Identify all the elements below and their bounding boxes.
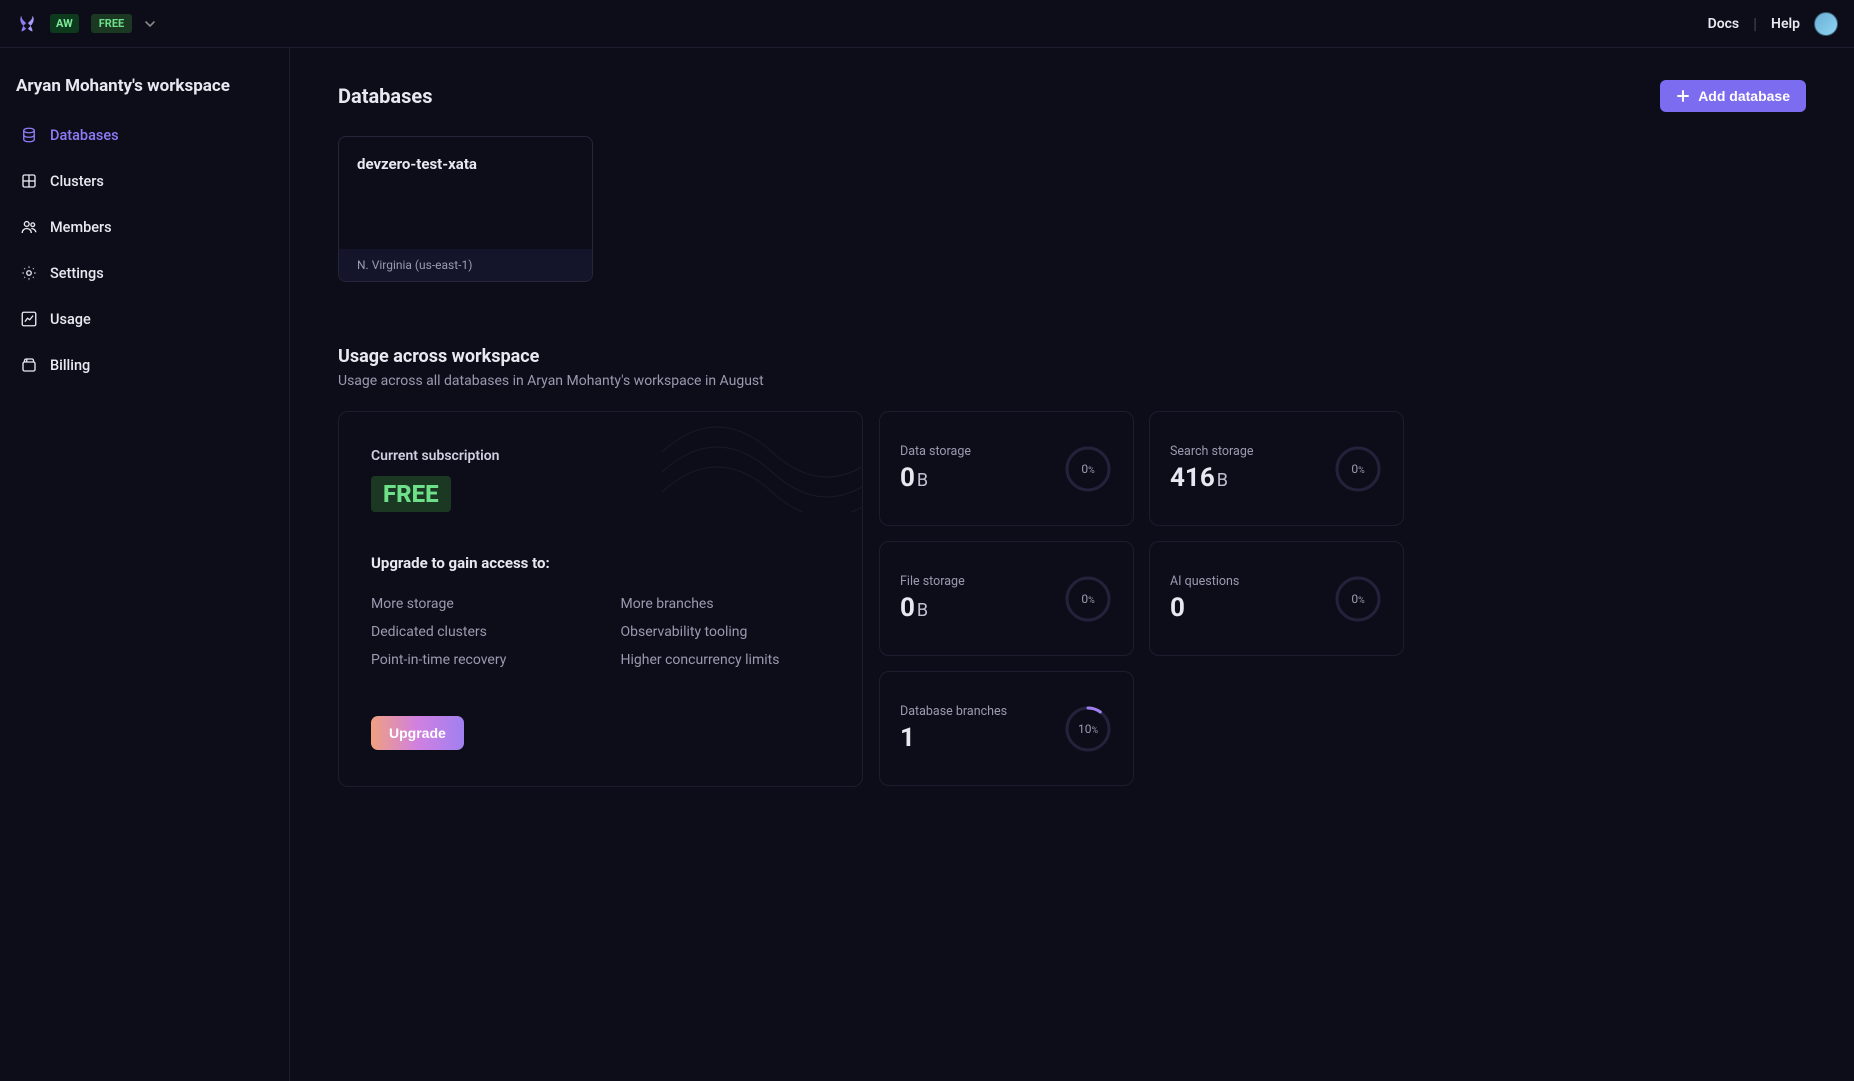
metric-label: Search storage — [1170, 444, 1253, 459]
metric-ai-questions: AI questions 0 0% — [1149, 541, 1404, 656]
plus-icon — [1676, 89, 1690, 103]
metric-gauge: 0% — [1063, 444, 1113, 494]
upgrade-button[interactable]: Upgrade — [371, 716, 464, 750]
metric-file-storage: File storage 0B 0% — [879, 541, 1134, 656]
benefits-list: More storage More branches Dedicated clu… — [371, 596, 830, 668]
topbar-left: AW FREE — [16, 13, 156, 35]
sidebar-item-members[interactable]: Members — [0, 210, 289, 244]
sidebar-item-databases[interactable]: Databases — [0, 118, 289, 152]
members-icon — [20, 218, 38, 236]
metric-value: 416B — [1170, 463, 1253, 493]
metric-gauge: 0% — [1333, 574, 1383, 624]
metric-value: 0B — [900, 593, 965, 623]
benefit-item: More storage — [371, 596, 581, 612]
add-database-label: Add database — [1698, 88, 1790, 104]
metric-label: Database branches — [900, 704, 1007, 719]
sidebar-item-settings[interactable]: Settings — [0, 256, 289, 290]
workspace-badge[interactable]: AW — [50, 14, 79, 33]
sidebar-item-label: Databases — [50, 127, 119, 144]
benefit-item: Point-in-time recovery — [371, 652, 581, 668]
usage-section-subtitle: Usage across all databases in Aryan Moha… — [338, 373, 1806, 389]
database-name: devzero-test-xata — [357, 155, 574, 173]
plan-badge: FREE — [91, 14, 132, 33]
divider: | — [1753, 14, 1757, 33]
sidebar: Aryan Mohanty's workspace Databases Clus… — [0, 48, 290, 1081]
subscription-plan-badge: FREE — [371, 476, 451, 512]
sidebar-item-billing[interactable]: Billing — [0, 348, 289, 382]
metrics-grid: Data storage 0B 0% Search storage 416B — [879, 411, 1404, 787]
usage-grid: Current subscription FREE Upgrade to gai… — [338, 411, 1806, 787]
benefit-item: Dedicated clusters — [371, 624, 581, 640]
database-region: N. Virginia (us-east-1) — [339, 249, 592, 281]
benefit-item: Higher concurrency limits — [621, 652, 831, 668]
avatar[interactable] — [1814, 12, 1838, 36]
usage-icon — [20, 310, 38, 328]
metric-gauge: 10% — [1063, 704, 1113, 754]
sidebar-item-label: Usage — [50, 311, 91, 328]
upgrade-title: Upgrade to gain access to: — [371, 554, 830, 572]
metric-data-storage: Data storage 0B 0% — [879, 411, 1134, 526]
metric-label: AI questions — [1170, 574, 1239, 589]
sidebar-item-label: Billing — [50, 357, 90, 374]
help-link[interactable]: Help — [1771, 16, 1800, 32]
page-title: Databases — [338, 84, 432, 108]
metric-gauge: 0% — [1063, 574, 1113, 624]
billing-icon — [20, 356, 38, 374]
metric-search-storage: Search storage 416B 0% — [1149, 411, 1404, 526]
metric-database-branches: Database branches 1 10% — [879, 671, 1134, 786]
sidebar-item-label: Clusters — [50, 173, 104, 190]
subscription-label: Current subscription — [371, 448, 830, 464]
metric-value: 0B — [900, 463, 971, 493]
usage-section-title: Usage across workspace — [338, 346, 1806, 367]
clusters-icon — [20, 172, 38, 190]
nav-items: Databases Clusters Members Settings Usag… — [0, 118, 289, 394]
metric-value: 0 — [1170, 593, 1239, 623]
subscription-card: Current subscription FREE Upgrade to gai… — [338, 411, 863, 787]
sidebar-item-usage[interactable]: Usage — [0, 302, 289, 336]
logo-icon[interactable] — [16, 13, 38, 35]
sidebar-item-clusters[interactable]: Clusters — [0, 164, 289, 198]
docs-link[interactable]: Docs — [1708, 16, 1740, 32]
metric-value: 1 — [900, 723, 1007, 753]
sidebar-item-label: Settings — [50, 265, 104, 282]
database-card-body: devzero-test-xata — [339, 137, 592, 249]
database-card[interactable]: devzero-test-xata N. Virginia (us-east-1… — [338, 136, 593, 282]
topbar-right: Docs | Help — [1708, 12, 1838, 36]
add-database-button[interactable]: Add database — [1660, 80, 1806, 112]
benefit-item: Observability tooling — [621, 624, 831, 640]
metric-gauge: 0% — [1333, 444, 1383, 494]
metric-label: Data storage — [900, 444, 971, 459]
benefit-item: More branches — [621, 596, 831, 612]
main-content: Databases Add database devzero-test-xata… — [290, 48, 1854, 1081]
topbar: AW FREE Docs | Help — [0, 0, 1854, 48]
usage-section: Usage across workspace Usage across all … — [338, 346, 1806, 787]
workspace-title: Aryan Mohanty's workspace — [0, 76, 289, 118]
gear-icon — [20, 264, 38, 282]
metric-label: File storage — [900, 574, 965, 589]
sidebar-item-label: Members — [50, 219, 112, 236]
chevron-down-icon[interactable] — [144, 18, 156, 30]
database-icon — [20, 126, 38, 144]
page-header: Databases Add database — [338, 80, 1806, 112]
